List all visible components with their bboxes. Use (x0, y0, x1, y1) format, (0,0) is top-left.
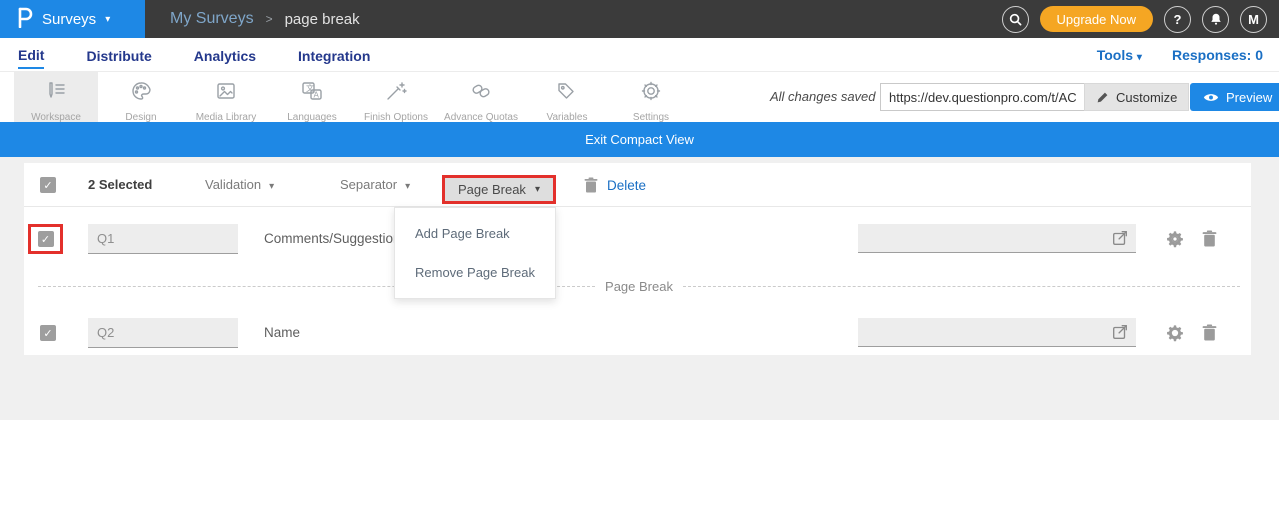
tab-analytics[interactable]: Analytics (194, 42, 256, 68)
product-name: Surveys (42, 11, 96, 28)
q2-answer-field[interactable] (858, 318, 1136, 347)
chevron-down-icon: ▾ (269, 181, 274, 192)
nav-right: Tools ▾ Responses: 0 (1097, 38, 1263, 72)
customize-button[interactable]: Customize (1084, 83, 1189, 111)
page-break-divider: Page Break (38, 279, 1240, 293)
trash-icon (584, 177, 598, 193)
chevron-down-icon: ▾ (405, 181, 410, 192)
pencil-icon (1096, 91, 1109, 104)
toolbar-item-languages[interactable]: 文A Languages (278, 72, 346, 122)
eye-icon (1203, 92, 1219, 103)
q1-answer-field[interactable] (858, 224, 1136, 253)
trash-icon (1202, 230, 1217, 247)
responses-link[interactable]: Responses: 0 (1172, 47, 1263, 63)
divider-label: Page Break (605, 279, 673, 294)
selected-count: 2 Selected (88, 163, 152, 207)
languages-icon: 文A (300, 79, 324, 108)
chevron-down-icon: ▾ (535, 184, 540, 195)
finish-options-icon (384, 79, 408, 108)
gear-icon (1166, 324, 1184, 342)
q2-delete-button[interactable] (1202, 324, 1217, 346)
toolbar-item-settings[interactable]: Settings (614, 72, 688, 122)
tab-integration[interactable]: Integration (298, 42, 370, 68)
surveys-product-menu[interactable]: Surveys ▾ (0, 0, 145, 38)
open-external-icon[interactable] (1111, 323, 1129, 346)
toolbar-item-media-library[interactable]: Media Library (184, 72, 268, 122)
search-icon (1009, 13, 1022, 26)
bell-icon (1209, 12, 1223, 26)
notifications-button[interactable] (1202, 6, 1229, 33)
q1-title: Comments/Suggestions: (264, 231, 411, 246)
q2-code-input[interactable]: Q2 (88, 318, 238, 348)
app-window: Surveys ▾ My Surveys > page break Upgrad… (0, 0, 1279, 518)
workspace-icon (44, 79, 68, 108)
top-header: Surveys ▾ My Surveys > page break Upgrad… (0, 0, 1279, 38)
design-icon (129, 79, 153, 108)
tab-edit[interactable]: Edit (18, 41, 44, 69)
preview-button[interactable]: Preview (1190, 83, 1279, 111)
separator-dropdown[interactable]: Separator▾ (340, 163, 410, 209)
open-external-icon[interactable] (1111, 229, 1129, 252)
upgrade-now-button[interactable]: Upgrade Now (1040, 6, 1154, 32)
menu-item-remove-page-break[interactable]: Remove Page Break (395, 253, 555, 292)
q2-settings-button[interactable] (1166, 324, 1184, 347)
q2-checkbox[interactable]: ✓ (40, 325, 56, 341)
breadcrumb: My Surveys > page break (170, 0, 360, 38)
breadcrumb-separator: > (266, 12, 273, 26)
toolbar-item-design[interactable]: Design (107, 72, 175, 122)
divider-line (683, 286, 1240, 287)
autosave-status: All changes saved (770, 72, 876, 122)
delete-selected-button[interactable]: Delete (584, 163, 646, 207)
tab-distribute[interactable]: Distribute (86, 42, 151, 68)
advance-quotas-icon (469, 79, 493, 108)
media-library-icon (214, 79, 238, 108)
settings-icon (639, 79, 663, 108)
questionpro-logo-icon (16, 6, 33, 33)
breadcrumb-current-survey: page break (285, 11, 360, 28)
trash-icon (1202, 324, 1217, 341)
menu-item-add-page-break[interactable]: Add Page Break (395, 214, 555, 253)
avatar[interactable]: M (1240, 6, 1267, 33)
q1-delete-button[interactable] (1202, 230, 1217, 252)
q2-title: Name (264, 325, 300, 340)
question-list-card: ✓ 2 Selected Validation▾ Separator▾ Page… (24, 163, 1251, 355)
q1-settings-button[interactable] (1166, 230, 1184, 253)
edit-toolbar: Workspace Design Media Library 文A Langua… (0, 72, 1279, 122)
toolbar-item-workspace[interactable]: Workspace (14, 72, 98, 122)
tools-menu[interactable]: Tools ▾ (1097, 47, 1142, 63)
svg-text:A: A (314, 91, 320, 100)
search-button[interactable] (1002, 6, 1029, 33)
nav-tabs: Edit Distribute Analytics Integration (18, 38, 370, 72)
annotation-highlight-page-break: Page Break▾ (442, 175, 556, 204)
survey-url-input[interactable] (880, 83, 1084, 111)
chevron-down-icon: ▾ (1137, 52, 1142, 63)
toolbar-item-advance-quotas[interactable]: Advance Quotas (438, 72, 524, 122)
chevron-down-icon: ▾ (105, 14, 110, 25)
breadcrumb-my-surveys[interactable]: My Surveys (170, 10, 254, 28)
selection-bar: ✓ 2 Selected Validation▾ Separator▾ Page… (24, 163, 1251, 207)
toolbar-item-variables[interactable]: Variables (532, 72, 602, 122)
variables-icon (555, 79, 579, 108)
toolbar-item-finish-options[interactable]: Finish Options (356, 72, 436, 122)
exit-compact-view-button[interactable]: Exit Compact View (0, 122, 1279, 157)
survey-nav: Edit Distribute Analytics Integration To… (0, 38, 1279, 72)
validation-dropdown[interactable]: Validation▾ (205, 163, 274, 209)
page-break-dropdown[interactable]: Page Break▾ (445, 178, 553, 201)
annotation-highlight-q1-checkbox: ✓ (28, 224, 63, 254)
q1-code-input[interactable]: Q1 (88, 224, 238, 254)
select-all-checkbox[interactable]: ✓ (40, 177, 56, 193)
header-actions: Upgrade Now ? M (1002, 0, 1268, 38)
page-break-menu: Add Page Break Remove Page Break (394, 207, 556, 299)
q1-checkbox[interactable]: ✓ (38, 231, 54, 247)
help-button[interactable]: ? (1164, 6, 1191, 33)
gear-icon (1166, 230, 1184, 248)
